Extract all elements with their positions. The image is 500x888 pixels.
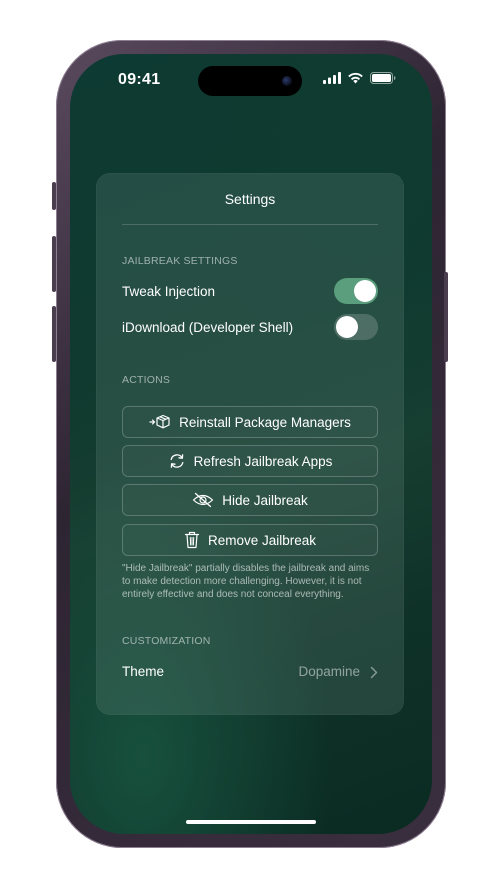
power-button <box>444 272 448 362</box>
panel-title: Settings <box>224 191 276 207</box>
tweak-injection-toggle[interactable] <box>334 278 378 304</box>
toggle-knob <box>336 316 358 338</box>
theme-row[interactable]: Theme Dopamine <box>122 657 378 687</box>
status-bar: 09:41 <box>70 54 432 108</box>
hide-jailbreak-label: Hide Jailbreak <box>222 492 308 508</box>
idownload-toggle[interactable] <box>334 314 378 340</box>
wifi-icon <box>348 72 363 84</box>
remove-jailbreak-button[interactable]: Remove Jailbreak <box>122 524 378 556</box>
volume-down-button <box>52 306 56 362</box>
reinstall-package-managers-button[interactable]: Reinstall Package Managers <box>122 406 378 438</box>
section-header-actions: ACTIONS <box>122 374 171 386</box>
idownload-label: iDownload (Developer Shell) <box>122 320 294 335</box>
section-header-customization: CUSTOMIZATION <box>122 635 211 647</box>
cellular-signal-icon <box>323 72 341 84</box>
remove-jailbreak-label: Remove Jailbreak <box>207 532 317 548</box>
hide-jailbreak-button[interactable]: Hide Jailbreak <box>122 484 378 516</box>
status-time: 09:41 <box>118 71 161 88</box>
screen: 09:41 Settings JAILBREAK SETTINGS Tweak … <box>70 54 432 834</box>
dynamic-island <box>198 66 302 96</box>
status-icons <box>323 72 396 84</box>
section-header-jailbreak-settings: JAILBREAK SETTINGS <box>122 255 238 267</box>
theme-value: Dopamine <box>298 664 360 679</box>
battery-icon <box>370 72 396 84</box>
trash-icon <box>184 531 200 549</box>
front-camera-icon <box>282 76 292 86</box>
reinstall-package-managers-label: Reinstall Package Managers <box>179 414 351 430</box>
eye-slash-icon <box>193 492 214 508</box>
theme-label: Theme <box>122 664 165 679</box>
title-divider <box>122 224 378 225</box>
hide-jailbreak-footnote: "Hide Jailbreak" partially disables the … <box>122 563 370 600</box>
refresh-icon <box>170 454 184 468</box>
shipping-box-icon <box>149 414 170 429</box>
volume-up-button <box>52 236 56 292</box>
mute-switch <box>52 182 56 210</box>
tweak-injection-label: Tweak Injection <box>122 284 216 299</box>
home-indicator[interactable] <box>186 820 316 824</box>
settings-panel: Settings JAILBREAK SETTINGS Tweak Inject… <box>96 173 404 715</box>
refresh-jailbreak-apps-label: Refresh Jailbreak Apps <box>193 453 333 469</box>
chevron-right-icon <box>370 666 378 679</box>
toggle-knob <box>354 280 376 302</box>
refresh-jailbreak-apps-button[interactable]: Refresh Jailbreak Apps <box>122 445 378 477</box>
